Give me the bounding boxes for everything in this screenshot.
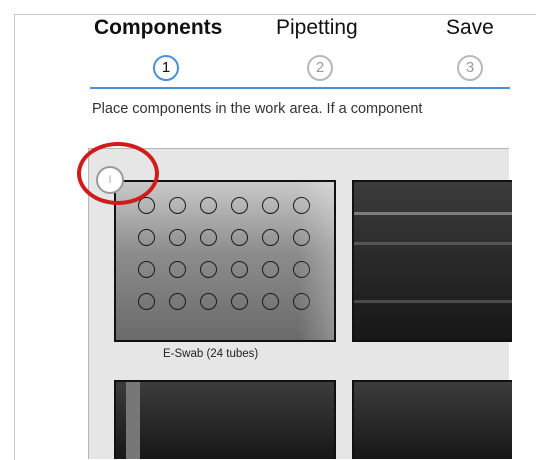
step-progress-line xyxy=(90,87,510,89)
tube-position[interactable] xyxy=(231,261,248,278)
tube-position[interactable] xyxy=(169,293,186,310)
tube-position[interactable] xyxy=(262,293,279,310)
tube-position[interactable] xyxy=(138,229,155,246)
step-save-label[interactable]: Save xyxy=(446,16,494,40)
tube-position[interactable] xyxy=(231,293,248,310)
step-3-indicator[interactable]: 3 xyxy=(457,55,483,81)
step-1-indicator[interactable]: 1 xyxy=(153,55,179,81)
tube-position[interactable] xyxy=(200,229,217,246)
tube-position[interactable] xyxy=(169,229,186,246)
component-slot-3[interactable] xyxy=(114,380,336,459)
tube-position[interactable] xyxy=(262,229,279,246)
step-pipetting-label[interactable]: Pipetting xyxy=(276,16,358,40)
tube-position[interactable] xyxy=(200,293,217,310)
instruction-text: Place components in the work area. If a … xyxy=(92,101,423,117)
component-slot-2[interactable] xyxy=(352,180,512,342)
step-components-label[interactable]: Components xyxy=(94,16,222,40)
step-2-indicator[interactable]: 2 xyxy=(307,55,333,81)
tube-position[interactable] xyxy=(200,197,217,214)
tube-position[interactable] xyxy=(169,261,186,278)
tube-position[interactable] xyxy=(138,261,155,278)
tube-position[interactable] xyxy=(138,293,155,310)
tube-position[interactable] xyxy=(262,261,279,278)
tube-rack-slot[interactable] xyxy=(114,180,336,342)
tube-position[interactable] xyxy=(262,197,279,214)
component-slot-4[interactable] xyxy=(352,380,512,459)
slot-label: E-Swab (24 tubes) xyxy=(163,348,259,360)
tube-position[interactable] xyxy=(169,197,186,214)
highlight-ring xyxy=(77,142,159,205)
tube-position[interactable] xyxy=(231,197,248,214)
tube-position[interactable] xyxy=(231,229,248,246)
tube-grid xyxy=(138,197,314,314)
tube-position[interactable] xyxy=(200,261,217,278)
